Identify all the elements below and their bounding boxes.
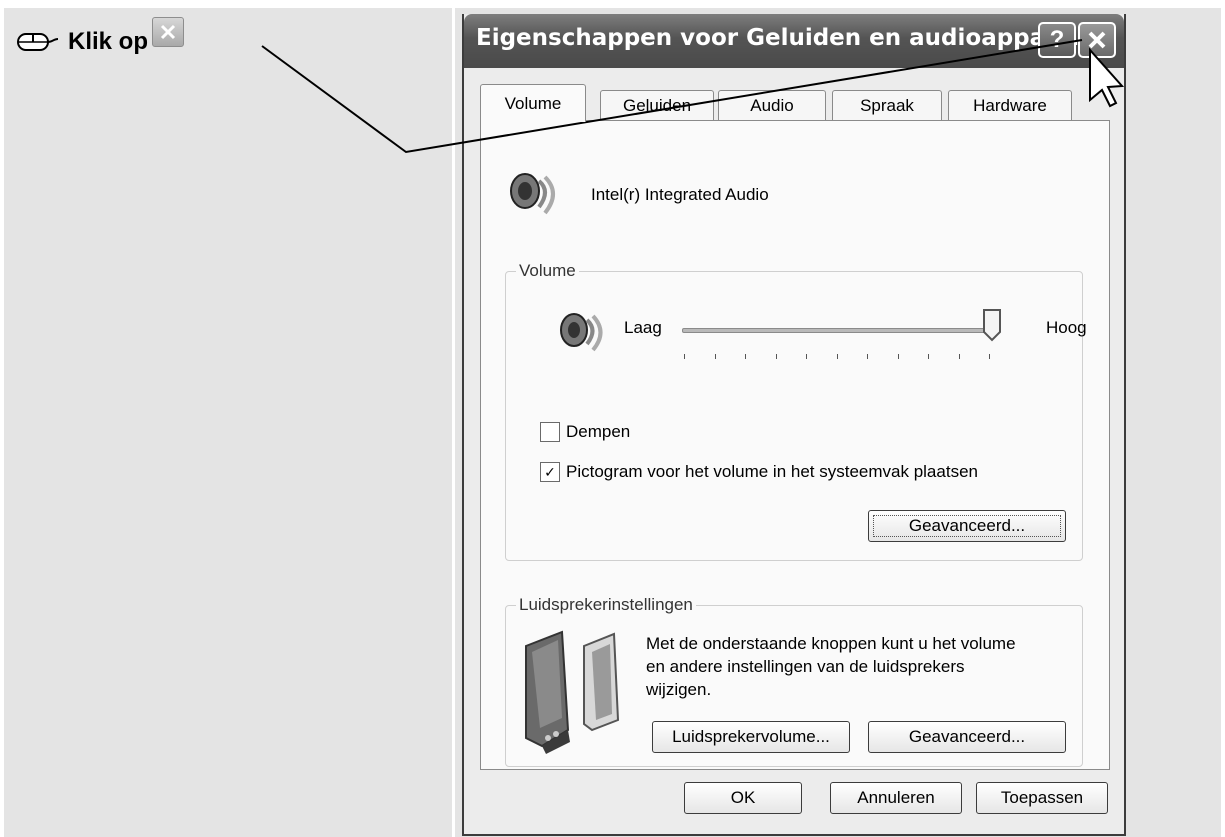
speaker-icon <box>560 313 603 352</box>
dialog-title: Eigenschappen voor Geluiden en audioappa… <box>476 25 1080 51</box>
mouse-icon <box>17 33 59 51</box>
volume-advanced-button[interactable]: Geavanceerd... <box>868 510 1066 542</box>
speaker-group-title: Luidsprekerinstellingen <box>516 595 696 615</box>
volume-tick <box>989 354 990 359</box>
speaker-volume-button[interactable]: Luidsprekervolume... <box>652 721 850 753</box>
volume-groupbox: Volume Laag Hoog Dempen ✓ Pictogram voor… <box>505 261 1087 561</box>
speakers-icon <box>525 630 620 754</box>
volume-tick <box>745 354 746 359</box>
volume-tick <box>897 354 899 359</box>
tab-audio[interactable]: Audio <box>718 90 826 121</box>
close-icon <box>152 17 185 47</box>
volume-tick <box>836 354 838 359</box>
volume-tick <box>806 354 807 359</box>
volume-tick <box>684 354 685 359</box>
mute-checkbox[interactable] <box>540 422 560 442</box>
title-bar[interactable]: Eigenschappen voor Geluiden en audioappa… <box>464 14 1124 68</box>
page: Klik op Eigenschappen voor Geluiden en a… <box>0 0 1225 837</box>
ok-button[interactable]: OK <box>684 782 802 814</box>
device-row: Intel(r) Integrated Audio <box>505 169 769 221</box>
volume-high-label: Hoog <box>1046 318 1087 337</box>
tray-icon-checkbox[interactable]: ✓ <box>540 462 560 482</box>
instruction-column <box>4 8 454 837</box>
instruction-row: Klik op <box>16 17 185 62</box>
device-name: Intel(r) Integrated Audio <box>591 185 769 204</box>
volume-tick <box>958 354 960 359</box>
apply-button[interactable]: Toepassen <box>976 782 1108 814</box>
mute-label: Dempen <box>566 422 631 441</box>
volume-ticks <box>684 354 996 364</box>
volume-tick <box>928 354 929 359</box>
close-button[interactable] <box>1078 22 1116 58</box>
mute-row[interactable]: Dempen <box>540 422 630 442</box>
volume-tick <box>775 354 777 359</box>
sound-properties-dialog: Eigenschappen voor Geluiden en audioappa… <box>462 14 1126 836</box>
speaker-description: Met de onderstaande knoppen kunt u het v… <box>646 634 1016 699</box>
volume-tick <box>867 354 868 359</box>
cancel-button[interactable]: Annuleren <box>830 782 962 814</box>
speaker-advanced-button[interactable]: Geavanceerd... <box>868 721 1066 753</box>
instruction-text: Klik op <box>68 28 149 55</box>
tab-panel-volume: Intel(r) Integrated Audio Volume Laag Ho… <box>480 120 1110 770</box>
tab-spraak[interactable]: Spraak <box>832 90 942 121</box>
tab-hardware[interactable]: Hardware <box>948 90 1072 121</box>
tab-volume[interactable]: Volume <box>480 84 586 122</box>
volume-slider-thumb[interactable] <box>982 308 1002 342</box>
speaker-icon <box>510 173 555 215</box>
tray-icon-row[interactable]: ✓ Pictogram voor het volume in het syste… <box>540 462 978 482</box>
help-button[interactable]: ? <box>1038 22 1076 58</box>
close-icon <box>1088 31 1106 49</box>
volume-tick <box>714 354 716 359</box>
tray-icon-label: Pictogram voor het volume in het systeem… <box>566 462 978 481</box>
speaker-groupbox: Luidsprekerinstellingen Met de onderstaa… <box>505 595 1083 767</box>
tab-geluiden[interactable]: Geluiden <box>600 90 714 121</box>
volume-slider-row: Laag Hoog <box>556 308 1087 368</box>
volume-slider-track[interactable] <box>682 328 994 333</box>
volume-low-label: Laag <box>624 318 662 337</box>
volume-group-title: Volume <box>516 261 579 281</box>
